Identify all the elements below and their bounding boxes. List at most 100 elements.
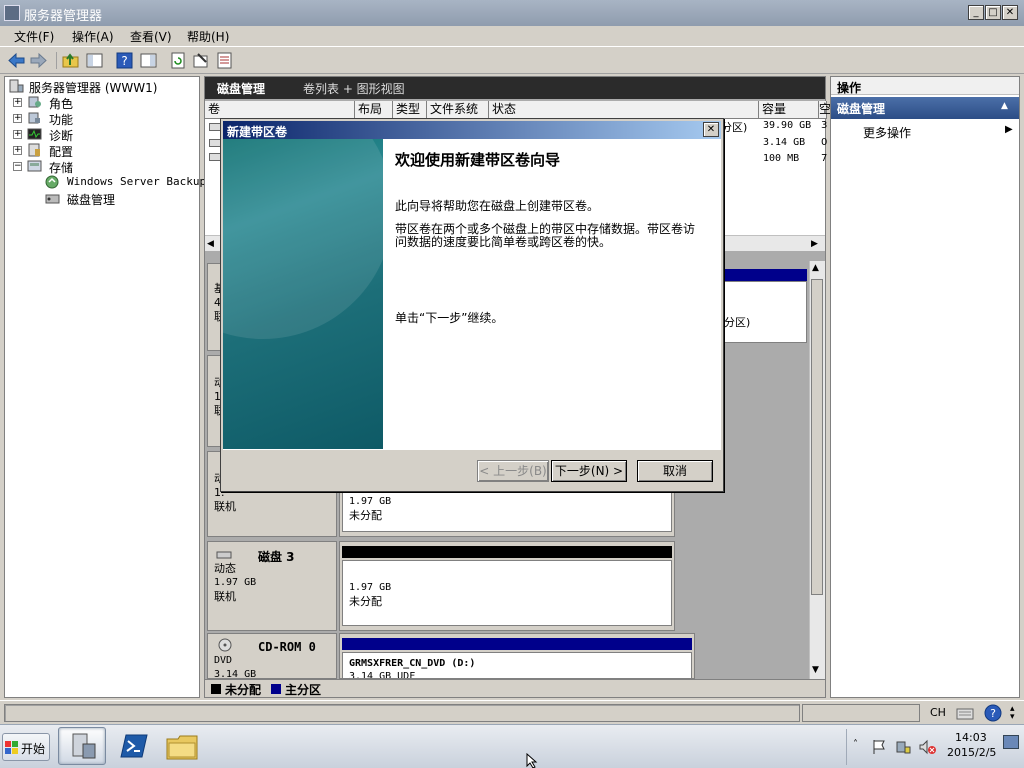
submenu-arrow-icon: ▶ bbox=[1005, 124, 1013, 135]
next-button[interactable]: 下一步(N) > bbox=[551, 460, 627, 482]
cdrom-volume-info: GRMSXFRER_CN_DVD (D:) 3.14 GB UDF bbox=[349, 658, 476, 679]
keyboard-icon[interactable] bbox=[956, 705, 974, 721]
tree-item-label: Windows Server Backup bbox=[67, 175, 207, 188]
actions-title: 操作 bbox=[837, 81, 862, 95]
help-icon[interactable]: ? bbox=[116, 52, 133, 69]
vertical-scrollbar[interactable]: ▲ ▼ bbox=[809, 261, 825, 679]
help-circle-icon[interactable]: ? bbox=[984, 704, 1002, 722]
export-list-icon[interactable] bbox=[216, 52, 233, 69]
partition-bar bbox=[723, 269, 807, 281]
dialog-close-button[interactable]: ✕ bbox=[703, 122, 719, 137]
scroll-left-icon[interactable]: ◀ bbox=[207, 238, 219, 250]
tree-item-label: 诊断 bbox=[49, 129, 74, 143]
window-title-bar[interactable]: 服务器管理器 _ □ ✕ bbox=[0, 0, 1024, 26]
tree-item-label: 配置 bbox=[49, 145, 74, 159]
dialog-title: 新建带区卷 bbox=[227, 125, 288, 139]
partition-block[interactable]: 分区) bbox=[723, 281, 807, 343]
menu-help[interactable]: 帮助(H) bbox=[187, 28, 229, 45]
tree-item-label: 功能 bbox=[49, 113, 74, 127]
expand-icon[interactable]: + bbox=[13, 98, 22, 107]
capacity-cell: 3.14 GB bbox=[763, 137, 806, 148]
wizard-continue-text: 单击“下一步”继续。 bbox=[395, 311, 504, 325]
close-window-button[interactable]: ✕ bbox=[1002, 5, 1018, 20]
column-header-capacity[interactable]: 容量 bbox=[759, 101, 819, 119]
cdrom-volume-area: GRMSXFRER_CN_DVD (D:) 3.14 GB UDF bbox=[339, 633, 695, 679]
forward-arrow-icon[interactable] bbox=[30, 52, 47, 69]
window-title: 服务器管理器 bbox=[24, 9, 103, 24]
clock-date[interactable]: 2015/2/5 bbox=[947, 746, 996, 759]
column-header-free[interactable]: 空 bbox=[819, 101, 831, 119]
windows-logo-icon bbox=[5, 741, 18, 754]
banner-decoration bbox=[223, 139, 383, 339]
network-icon[interactable] bbox=[895, 739, 911, 755]
show-hide-action-pane-icon[interactable] bbox=[140, 52, 157, 69]
view-tabs[interactable]: 卷列表 + 图形视图 bbox=[303, 80, 405, 97]
taskbar: 开始 ˄ 14:03 2015/2/5 bbox=[0, 724, 1024, 768]
scroll-right-icon[interactable]: ▶ bbox=[811, 238, 823, 250]
unallocated-block[interactable]: 1.97 GB 未分配 bbox=[342, 560, 672, 626]
back-arrow-icon[interactable] bbox=[8, 52, 25, 69]
menu-view[interactable]: 查看(V) bbox=[130, 28, 172, 45]
scroll-down-icon[interactable]: ▼ bbox=[812, 665, 819, 675]
show-hidden-icons-icon[interactable]: ˄ bbox=[853, 739, 858, 750]
taskbar-powershell-button[interactable] bbox=[112, 727, 156, 765]
dialog-title-bar[interactable]: 新建带区卷 ✕ bbox=[223, 121, 721, 139]
cdrom-info: DVD 3.14 GB bbox=[214, 655, 257, 679]
legend: 未分配 主分区 bbox=[205, 679, 825, 697]
unallocated-bar bbox=[342, 546, 672, 558]
start-button[interactable]: 开始 bbox=[2, 733, 50, 761]
expand-icon[interactable]: + bbox=[13, 114, 22, 123]
column-header-layout[interactable]: 布局 bbox=[355, 101, 393, 119]
tree-item-label: 存储 bbox=[49, 161, 74, 175]
scroll-up-icon[interactable]: ▲ bbox=[812, 263, 819, 273]
refresh-icon[interactable] bbox=[170, 52, 187, 69]
expand-icon[interactable]: + bbox=[13, 130, 22, 139]
legend-unallocated-label: 未分配 bbox=[225, 683, 262, 697]
taskbar-explorer-button[interactable] bbox=[160, 727, 204, 765]
storage-icon bbox=[27, 160, 42, 172]
volume-muted-icon[interactable] bbox=[919, 739, 937, 755]
collapse-icon[interactable]: − bbox=[13, 162, 22, 171]
language-indicator[interactable]: CH bbox=[930, 706, 946, 719]
minimize-button[interactable]: _ bbox=[968, 5, 984, 20]
unallocated-info: 1.97 GB 未分配 bbox=[349, 582, 392, 608]
backup-icon bbox=[45, 175, 59, 189]
server-manager-icon bbox=[72, 733, 96, 759]
capacity-cell: 100 MB bbox=[763, 153, 800, 164]
language-bar-options-icon[interactable]: ▴ ▾ bbox=[1010, 705, 1015, 722]
more-actions-item[interactable]: 更多操作 ▶ bbox=[831, 123, 1019, 141]
show-desktop-icon[interactable] bbox=[1003, 735, 1019, 749]
column-header-volume[interactable]: 卷 bbox=[205, 101, 355, 119]
status-panel-main bbox=[4, 704, 800, 722]
dialog-separator bbox=[223, 449, 721, 450]
cancel-button[interactable]: 取消 bbox=[637, 460, 713, 482]
cdrom-0-label[interactable]: CD-ROM 0 DVD 3.14 GB bbox=[207, 633, 337, 679]
up-folder-icon[interactable] bbox=[62, 52, 79, 69]
collapse-up-icon[interactable]: ▲ bbox=[1001, 101, 1008, 111]
wizard-content: 欢迎使用新建带区卷向导 此向导将帮助您在磁盘上创建带区卷。 带区卷在两个或多个磁… bbox=[223, 139, 721, 449]
column-header-status[interactable]: 状态 bbox=[489, 101, 759, 119]
expand-icon[interactable]: + bbox=[13, 146, 22, 155]
scroll-thumb[interactable] bbox=[811, 279, 823, 595]
action-center-flag-icon[interactable] bbox=[871, 739, 887, 755]
menu-action[interactable]: 操作(A) bbox=[72, 28, 114, 45]
column-header-filesystem[interactable]: 文件系统 bbox=[427, 101, 489, 119]
actions-section-disk-management[interactable]: 磁盘管理 ▲ bbox=[831, 97, 1019, 119]
disk-3-label[interactable]: 磁盘 3 动态 1.97 GB 联机 bbox=[207, 541, 337, 631]
wizard-heading: 欢迎使用新建带区卷向导 bbox=[395, 151, 561, 169]
taskbar-server-manager-button[interactable] bbox=[58, 727, 106, 765]
show-hide-tree-icon[interactable] bbox=[86, 52, 103, 69]
properties-icon[interactable] bbox=[192, 52, 209, 69]
menu-file[interactable]: 文件(F) bbox=[14, 28, 54, 45]
back-button[interactable]: < 上一步(B) bbox=[477, 460, 549, 482]
cdrom-name: CD-ROM 0 bbox=[258, 640, 316, 654]
disk-3-volume-area: 1.97 GB 未分配 bbox=[339, 541, 675, 631]
cdrom-volume-block[interactable]: GRMSXFRER_CN_DVD (D:) 3.14 GB UDF bbox=[342, 652, 692, 679]
maximize-button[interactable]: □ bbox=[985, 5, 1001, 20]
column-header-type[interactable]: 类型 bbox=[393, 101, 427, 119]
navigation-tree: 服务器管理器 (WWW1) + 角色 + 功能 + 诊断 + 配置 − 存储 W… bbox=[4, 76, 206, 698]
svg-text:?: ? bbox=[121, 54, 127, 68]
clock-time[interactable]: 14:03 bbox=[955, 731, 987, 744]
toolbar: ? bbox=[0, 46, 1024, 74]
configuration-icon bbox=[28, 143, 40, 157]
